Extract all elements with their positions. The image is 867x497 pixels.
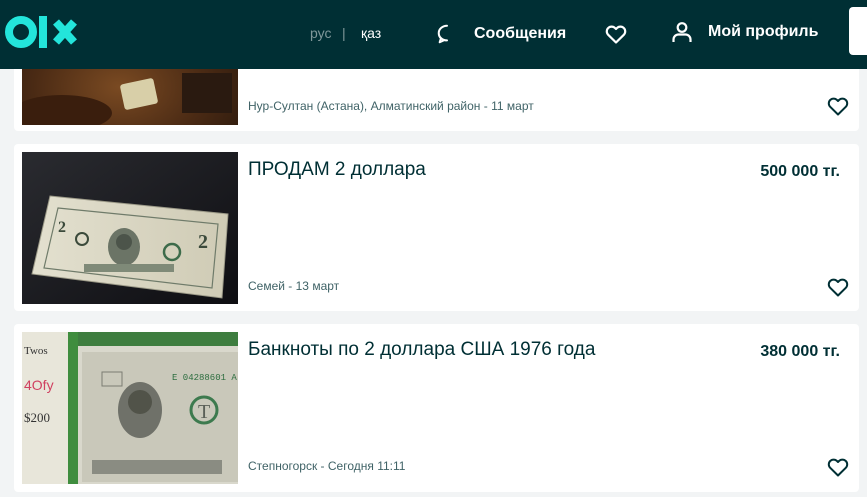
listing-card[interactable]: 2 2 ПРОДАМ 2 доллара 500 000 тг. Семей -… <box>14 144 859 311</box>
favorites-heart-icon[interactable] <box>604 22 628 46</box>
post-ad-button[interactable] <box>849 7 867 55</box>
svg-text:2: 2 <box>198 231 208 253</box>
listing-title[interactable]: ПРОДАМ 2 доллара <box>248 159 426 181</box>
my-profile-button[interactable]: Мой профиль <box>670 18 818 46</box>
olx-logo[interactable] <box>4 12 78 52</box>
listing-location-date: Степногорск - Сегодня 11:11 <box>248 459 406 473</box>
svg-text:Twos: Twos <box>24 345 48 357</box>
svg-text:T: T <box>198 401 210 423</box>
favorite-heart-icon[interactable] <box>826 275 850 299</box>
svg-text:$200: $200 <box>24 410 50 425</box>
svg-text:4Ofy: 4Ofy <box>24 377 54 393</box>
profile-label: Мой профиль <box>708 23 819 40</box>
top-navigation-bar: рус | қаз Сообщения Мой профиль <box>0 0 867 69</box>
listing-price: 380 000 тг. <box>760 343 840 360</box>
listing-photo[interactable]: Twos 4Ofy $200 E 04288601 A T <box>22 332 238 484</box>
listing-location-date: Нур-Султан (Астана), Алматинский район -… <box>248 99 534 113</box>
listing-card[interactable]: Twos 4Ofy $200 E 04288601 A T Банкноты п… <box>14 324 859 492</box>
user-icon <box>672 22 692 42</box>
listing-photo[interactable]: 2 2 <box>22 152 238 304</box>
messages-label: Сообщения <box>474 25 567 42</box>
chat-bubble-icon <box>437 24 449 44</box>
listing-price: 500 000 тг. <box>760 163 840 180</box>
language-separator: | <box>342 25 346 41</box>
language-ru-link[interactable]: рус <box>310 25 331 41</box>
language-kz-link[interactable]: қаз <box>361 25 381 41</box>
listing-title[interactable]: Банкноты по 2 доллара США 1976 года <box>248 339 595 361</box>
listing-location-date: Семей - 13 март <box>248 279 340 293</box>
svg-text:E 04288601 A: E 04288601 A <box>172 373 237 383</box>
svg-text:2: 2 <box>58 219 66 236</box>
favorite-heart-icon[interactable] <box>826 455 850 479</box>
favorite-heart-icon[interactable] <box>826 94 850 118</box>
messages-button[interactable]: Сообщения <box>436 20 566 48</box>
